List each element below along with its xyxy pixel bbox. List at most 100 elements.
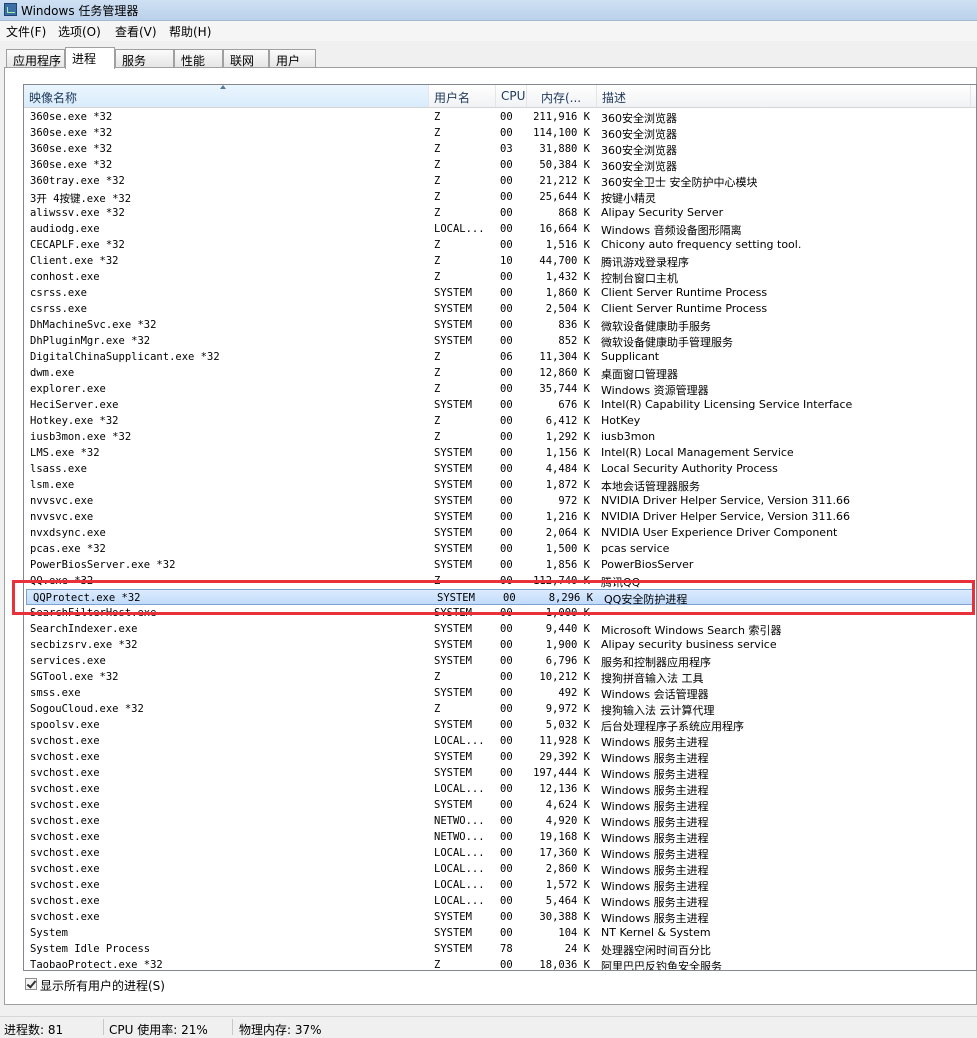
- process-cpu-cell: 00: [500, 383, 513, 395]
- process-user-cell: SYSTEM: [434, 495, 472, 507]
- table-row[interactable]: svchost.exe LOCAL... 00 1,572 K Windows 服务主进…: [24, 877, 976, 893]
- table-row[interactable]: pcas.exe *32 SYSTEM 00 1,500 K pcas service: [24, 541, 976, 557]
- process-description-cell: Alipay security business service: [601, 638, 777, 651]
- process-name-cell: Client.exe *32: [30, 255, 119, 267]
- table-row[interactable]: svchost.exe LOCAL... 00 12,136 K Windows 服务主…: [24, 781, 976, 797]
- process-user-cell: LOCAL...: [434, 783, 485, 795]
- table-row[interactable]: 3开 4按键.exe *32 Z 00 25,644 K 按键小精灵: [24, 189, 976, 205]
- tab-applications[interactable]: 应用程序: [6, 49, 65, 68]
- menu-bar: 文件(F) 选项(O) 查看(V) 帮助(H): [0, 21, 977, 41]
- table-row[interactable]: System Idle Process SYSTEM 78 24 K 处理器空闲时间百分…: [24, 941, 976, 957]
- process-description-cell: Windows 服务主进程: [601, 816, 709, 829]
- menu-view[interactable]: 查看(V): [115, 23, 157, 40]
- column-header-cpu[interactable]: CPU: [496, 85, 527, 107]
- status-physical-memory: 物理内存: 37%: [239, 1023, 322, 1037]
- table-row[interactable]: 360se.exe *32 Z 03 31,880 K 360安全浏览器: [24, 141, 976, 157]
- table-row[interactable]: aliwssv.exe *32 Z 00 868 K Alipay Security S…: [24, 205, 976, 221]
- process-cpu-cell: 00: [500, 895, 513, 907]
- column-header-user[interactable]: 用户名: [429, 85, 496, 107]
- table-row[interactable]: DhMachineSvc.exe *32 SYSTEM 00 836 K 微软设备健康助…: [24, 317, 976, 333]
- table-row[interactable]: 360tray.exe *32 Z 00 21,212 K 360安全卫士 安全防护中心…: [24, 173, 976, 189]
- table-row[interactable]: SGTool.exe *32 Z 00 10,212 K 搜狗拼音输入法 工具: [24, 669, 976, 685]
- process-cpu-cell: 00: [500, 495, 513, 507]
- table-row[interactable]: lsm.exe SYSTEM 00 1,872 K 本地会话管理器服务: [24, 477, 976, 493]
- table-row[interactable]: SearchIndexer.exe SYSTEM 00 9,440 K Microsof…: [24, 621, 976, 637]
- column-header-image-name[interactable]: 映像名称: [24, 85, 429, 107]
- table-row[interactable]: spoolsv.exe SYSTEM 00 5,032 K 后台处理程序子系统应用程序: [24, 717, 976, 733]
- process-name-cell: svchost.exe: [30, 863, 100, 875]
- column-header-description[interactable]: 描述: [597, 85, 971, 107]
- table-row[interactable]: System SYSTEM 00 104 K NT Kernel & System: [24, 925, 976, 941]
- menu-help[interactable]: 帮助(H): [169, 23, 211, 40]
- table-row[interactable]: iusb3mon.exe *32 Z 00 1,292 K iusb3mon: [24, 429, 976, 445]
- table-row[interactable]: secbizsrv.exe *32 SYSTEM 00 1,900 K Alipay s…: [24, 637, 976, 653]
- table-row[interactable]: 360se.exe *32 Z 00 114,100 K 360安全浏览器: [24, 125, 976, 141]
- table-row[interactable]: svchost.exe NETWO... 00 4,920 K Windows 服务主进…: [24, 813, 976, 829]
- table-row[interactable]: nvvsvc.exe SYSTEM 00 1,216 K NVIDIA Driver H…: [24, 509, 976, 525]
- process-cpu-cell: 00: [500, 335, 513, 347]
- column-header-memory[interactable]: 内存(...: [527, 85, 597, 107]
- process-description-cell: Intel(R) Local Management Service: [601, 446, 794, 459]
- table-row[interactable]: csrss.exe SYSTEM 00 1,860 K Client Server Ru…: [24, 285, 976, 301]
- table-row[interactable]: svchost.exe LOCAL... 00 5,464 K Windows 服务主进…: [24, 893, 976, 909]
- table-row[interactable]: svchost.exe SYSTEM 00 29,392 K Windows 服务主进程: [24, 749, 976, 765]
- process-cpu-cell: 00: [500, 783, 513, 795]
- process-name-cell: System: [30, 927, 68, 939]
- process-memory-cell: 1,900 K: [545, 639, 590, 651]
- table-row[interactable]: csrss.exe SYSTEM 00 2,504 K Client Server Ru…: [24, 301, 976, 317]
- process-user-cell: Z: [434, 207, 441, 219]
- table-row[interactable]: PowerBiosServer.exe *32 SYSTEM 00 1,856 K Po…: [24, 557, 976, 573]
- table-row[interactable]: LMS.exe *32 SYSTEM 00 1,156 K Intel(R) Local…: [24, 445, 976, 461]
- table-row[interactable]: dwm.exe Z 00 12,860 K 桌面窗口管理器: [24, 365, 976, 381]
- process-cpu-cell: 00: [500, 319, 513, 331]
- table-row[interactable]: svchost.exe SYSTEM 00 30,388 K Windows 服务主进程: [24, 909, 976, 925]
- tab-processes[interactable]: 进程: [65, 47, 115, 69]
- tab-services[interactable]: 服务: [115, 49, 174, 68]
- table-row[interactable]: Client.exe *32 Z 10 44,700 K 腾讯游戏登录程序: [24, 253, 976, 269]
- process-name-cell: smss.exe: [30, 687, 81, 699]
- process-user-cell: SYSTEM: [434, 319, 472, 331]
- process-name-cell: 360se.exe *32: [30, 143, 113, 155]
- table-row[interactable]: 360se.exe *32 Z 00 50,384 K 360安全浏览器: [24, 157, 976, 173]
- table-row[interactable]: CECAPLF.exe *32 Z 00 1,516 K Chicony auto fr…: [24, 237, 976, 253]
- table-row[interactable]: HeciServer.exe SYSTEM 00 676 K Intel(R) Capa…: [24, 397, 976, 413]
- process-name-cell: HeciServer.exe: [30, 399, 119, 411]
- table-row[interactable]: nvxdsync.exe SYSTEM 00 2,064 K NVIDIA User E…: [24, 525, 976, 541]
- tab-performance[interactable]: 性能: [174, 49, 223, 68]
- table-row[interactable]: DigitalChinaSupplicant.exe *32 Z 06 11,304 …: [24, 349, 976, 365]
- table-row[interactable]: svchost.exe NETWO... 00 19,168 K Windows 服务主…: [24, 829, 976, 845]
- menu-file[interactable]: 文件(F): [6, 23, 46, 40]
- tab-users[interactable]: 用户: [269, 49, 316, 68]
- table-row[interactable]: smss.exe SYSTEM 00 492 K Windows 会话管理器: [24, 685, 976, 701]
- menu-options[interactable]: 选项(O): [58, 23, 101, 40]
- tab-networking[interactable]: 联网: [223, 49, 269, 68]
- table-row[interactable]: DhPluginMgr.exe *32 SYSTEM 00 852 K 微软设备健康助手…: [24, 333, 976, 349]
- table-row[interactable]: services.exe SYSTEM 00 6,796 K 服务和控制器应用程序: [24, 653, 976, 669]
- table-row[interactable]: svchost.exe LOCAL... 00 11,928 K Windows 服务主…: [24, 733, 976, 749]
- table-row[interactable]: SogouCloud.exe *32 Z 00 9,972 K 搜狗输入法 云计算代理: [24, 701, 976, 717]
- process-description-cell: PowerBiosServer: [601, 558, 694, 571]
- table-row[interactable]: TaobaoProtect.exe *32 Z 00 18,036 K 阿里巴巴反钓鱼安…: [24, 957, 976, 970]
- show-all-users-checkbox[interactable]: [25, 978, 37, 990]
- table-row[interactable]: 360se.exe *32 Z 00 211,916 K 360安全浏览器: [24, 109, 976, 125]
- process-list[interactable]: 映像名称 用户名 CPU 内存(... 描述 360se.exe *32 Z 00 2…: [23, 84, 977, 971]
- table-row[interactable]: svchost.exe SYSTEM 00 197,444 K Windows 服务主进…: [24, 765, 976, 781]
- title-bar[interactable]: Windows 任务管理器: [0, 0, 977, 21]
- process-description-cell: HotKey: [601, 414, 641, 427]
- process-memory-cell: 50,384 K: [539, 159, 590, 171]
- table-row[interactable]: explorer.exe Z 00 35,744 K Windows 资源管理器: [24, 381, 976, 397]
- table-row[interactable]: svchost.exe LOCAL... 00 17,360 K Windows 服务主…: [24, 845, 976, 861]
- table-row[interactable]: nvvsvc.exe SYSTEM 00 972 K NVIDIA Driver Hel…: [24, 493, 976, 509]
- process-description-cell: Windows 服务主进程: [601, 864, 709, 877]
- table-row[interactable]: svchost.exe SYSTEM 00 4,624 K Windows 服务主进程: [24, 797, 976, 813]
- table-row[interactable]: conhost.exe Z 00 1,432 K 控制台窗口主机: [24, 269, 976, 285]
- process-cpu-cell: 00: [500, 767, 513, 779]
- table-row[interactable]: svchost.exe LOCAL... 00 2,860 K Windows 服务主进…: [24, 861, 976, 877]
- table-row[interactable]: Hotkey.exe *32 Z 00 6,412 K HotKey: [24, 413, 976, 429]
- table-row[interactable]: audiodg.exe LOCAL... 00 16,664 K Windows 音频设…: [24, 221, 976, 237]
- table-row[interactable]: lsass.exe SYSTEM 00 4,484 K Local Security A…: [24, 461, 976, 477]
- process-cpu-cell: 00: [500, 847, 513, 859]
- process-name-cell: aliwssv.exe *32: [30, 207, 125, 219]
- process-name-cell: csrss.exe: [30, 287, 87, 299]
- process-user-cell: LOCAL...: [434, 879, 485, 891]
